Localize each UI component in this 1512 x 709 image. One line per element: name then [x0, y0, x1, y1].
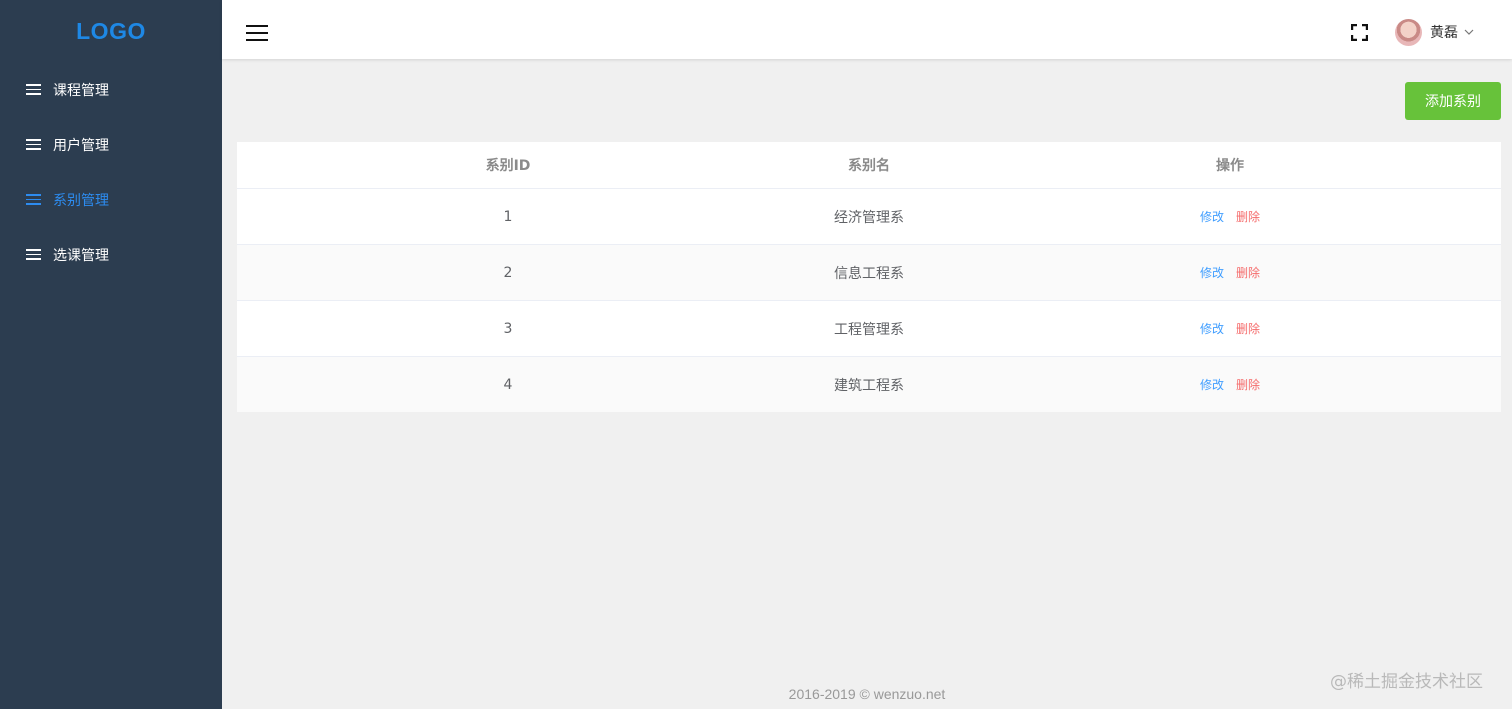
cell-name: 工程管理系 [834, 321, 904, 338]
cell-actions: 修改 删除 [959, 320, 1501, 337]
edit-link[interactable]: 修改 [1200, 376, 1224, 393]
watermark: @稀土掘金技术社区 [1330, 672, 1483, 692]
delete-link[interactable]: 删除 [1236, 320, 1260, 337]
sidebar-item-label: 用户管理 [53, 137, 109, 154]
logo: LOGO [76, 17, 146, 44]
cell-id: 2 [503, 264, 513, 281]
departments-table: 系别ID 系别名 操作 1 经济管理系 修改 删除 2 信息工程系 修改 删除 … [237, 142, 1501, 412]
sidebar-item-enrollment[interactable]: 选课管理 [0, 227, 222, 282]
table-row: 1 经济管理系 修改 删除 [237, 189, 1501, 245]
delete-link[interactable]: 删除 [1236, 376, 1260, 393]
menu-lines-icon [26, 249, 41, 260]
menu-lines-icon [26, 139, 41, 150]
sidebar-item-label: 课程管理 [53, 82, 109, 99]
menu-lines-icon [26, 84, 41, 95]
sidebar-item-departments[interactable]: 系别管理 [0, 172, 222, 227]
table-header: 系别ID 系别名 操作 [237, 142, 1501, 189]
edit-link[interactable]: 修改 [1200, 320, 1224, 337]
cell-id: 1 [503, 208, 513, 225]
delete-link[interactable]: 删除 [1236, 264, 1260, 281]
cell-actions: 修改 删除 [959, 264, 1501, 281]
cell-actions: 修改 删除 [959, 208, 1501, 225]
sidebar-item-courses[interactable]: 课程管理 [0, 62, 222, 117]
cell-name: 信息工程系 [834, 265, 904, 282]
cell-id: 4 [503, 376, 513, 393]
cell-name: 经济管理系 [834, 209, 904, 226]
sidebar: LOGO 课程管理 用户管理 系别管理 选课管理 [0, 0, 222, 709]
username-label: 黄磊 [1430, 25, 1458, 41]
table-row: 2 信息工程系 修改 删除 [237, 245, 1501, 301]
sidebar-item-label: 系别管理 [53, 192, 109, 209]
edit-link[interactable]: 修改 [1200, 208, 1224, 225]
fullscreen-icon[interactable] [1351, 24, 1368, 41]
column-header-name: 系别名 [848, 158, 890, 174]
sidebar-item-users[interactable]: 用户管理 [0, 117, 222, 172]
table-row: 4 建筑工程系 修改 删除 [237, 357, 1501, 412]
footer-copyright: 2016-2019 © wenzuo.net [788, 686, 946, 702]
table-row: 3 工程管理系 修改 删除 [237, 301, 1501, 357]
hamburger-icon[interactable] [246, 25, 268, 41]
sidebar-item-label: 选课管理 [53, 247, 109, 264]
top-header: 黄磊 [222, 0, 1512, 59]
menu-lines-icon [26, 194, 41, 205]
user-menu[interactable]: 黄磊 [1430, 22, 1474, 42]
cell-id: 3 [503, 320, 513, 337]
column-header-id: 系别ID [485, 158, 531, 174]
cell-name: 建筑工程系 [834, 377, 904, 394]
delete-link[interactable]: 删除 [1236, 208, 1260, 225]
add-department-button[interactable]: 添加系别 [1405, 82, 1501, 120]
chevron-down-icon [1464, 29, 1474, 35]
edit-link[interactable]: 修改 [1200, 264, 1224, 281]
column-header-actions: 操作 [1216, 158, 1244, 174]
cell-actions: 修改 删除 [959, 376, 1501, 393]
avatar[interactable] [1395, 19, 1422, 46]
